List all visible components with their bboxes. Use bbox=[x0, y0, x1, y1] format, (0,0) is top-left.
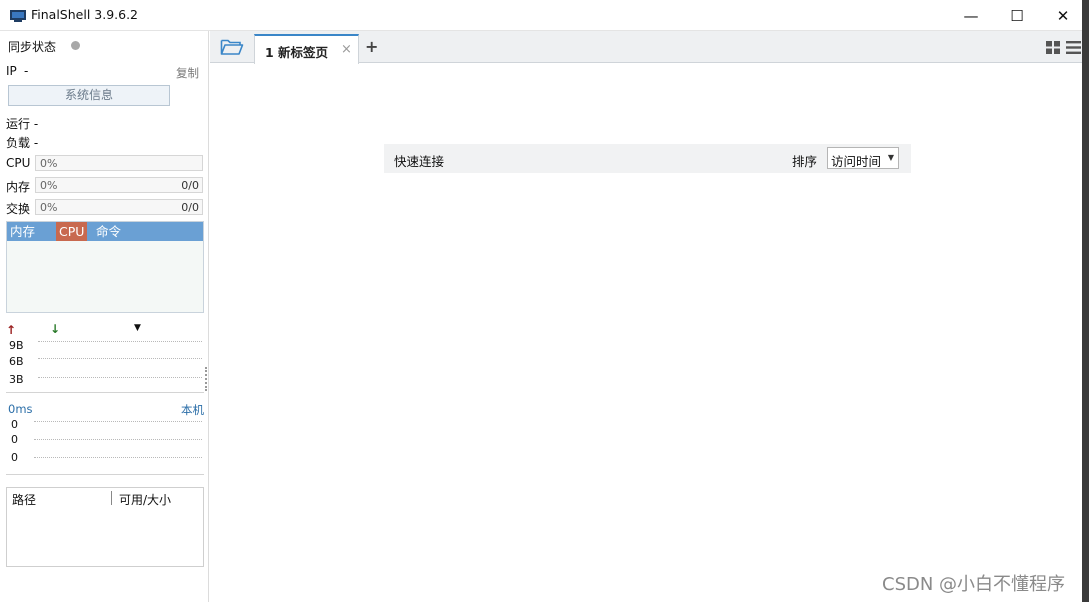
command-column-tab[interactable]: 命令 bbox=[93, 222, 124, 241]
sync-status-label: 同步状态 bbox=[8, 40, 57, 54]
ip-value: - bbox=[24, 64, 29, 78]
ping-axis-label: 0 bbox=[11, 433, 18, 446]
ping-axis-label: 0 bbox=[11, 418, 18, 431]
disk-table: 路径 可用/大小 bbox=[6, 487, 204, 567]
chevron-down-icon: ▼ bbox=[887, 153, 894, 162]
window-edge bbox=[1082, 0, 1089, 602]
network-axis-label: 6B bbox=[9, 355, 24, 368]
sync-status-indicator bbox=[71, 41, 80, 50]
grid-line bbox=[38, 377, 202, 378]
sort-select[interactable]: 访问时间 ▼ bbox=[827, 147, 899, 169]
ping-latency: 0ms bbox=[8, 402, 33, 416]
maximize-button[interactable]: ☐ bbox=[994, 0, 1040, 31]
layout-grid-icon[interactable] bbox=[1046, 41, 1060, 54]
grid-line bbox=[34, 421, 202, 422]
copy-ip-link[interactable]: 复制 bbox=[176, 65, 199, 81]
sort-select-value: 访问时间 bbox=[831, 154, 882, 169]
download-arrow-icon: ↓ bbox=[50, 322, 61, 336]
swap-ratio: 0/0 bbox=[181, 201, 199, 214]
grid-line bbox=[38, 358, 202, 359]
memory-meter: 0% 0/0 bbox=[35, 177, 203, 193]
network-graph: ↑ ↓ ▼ 9B 6B 3B bbox=[6, 321, 204, 393]
swap-percent: 0% bbox=[40, 201, 58, 214]
ping-target-link[interactable]: 本机 bbox=[181, 402, 204, 418]
sort-label: 排序 bbox=[792, 154, 818, 169]
ip-label: IP bbox=[6, 64, 17, 78]
ping-graph: 0ms 本机 0 0 0 bbox=[6, 401, 204, 475]
open-folder-icon[interactable] bbox=[220, 38, 244, 56]
process-list: 内存 CPU 命令 bbox=[6, 221, 204, 313]
main-content: 快速连接 排序 访问时间 ▼ bbox=[210, 64, 1082, 602]
tab-label: 1 新标签页 bbox=[265, 45, 329, 60]
session-tab-bar: 1 新标签页 × + bbox=[210, 31, 1082, 64]
network-axis-label: 3B bbox=[9, 373, 24, 386]
minimize-button[interactable]: — bbox=[948, 0, 994, 31]
memory-percent: 0% bbox=[40, 179, 58, 192]
window-title: FinalShell 3.9.6.2 bbox=[31, 7, 139, 22]
add-tab-button[interactable]: + bbox=[365, 37, 378, 56]
ping-axis-label: 0 bbox=[11, 451, 18, 464]
disk-path-header[interactable]: 路径 bbox=[12, 491, 36, 508]
cpu-meter-label: CPU bbox=[6, 156, 31, 170]
memory-meter-label: 内存 bbox=[6, 180, 31, 194]
menu-icon[interactable] bbox=[1066, 41, 1081, 54]
grid-line bbox=[34, 457, 202, 458]
grid-line bbox=[38, 341, 202, 342]
system-info-button[interactable]: 系统信息 bbox=[8, 85, 170, 106]
network-axis-label: 9B bbox=[9, 339, 24, 352]
close-tab-icon[interactable]: × bbox=[341, 42, 352, 57]
sort-by-cpu-tab[interactable]: CPU bbox=[56, 222, 88, 241]
sort-by-memory-tab[interactable]: 内存 bbox=[7, 222, 38, 241]
finalshell-app-icon bbox=[10, 10, 26, 22]
quick-connect-label: 快速连接 bbox=[394, 154, 445, 169]
column-divider[interactable] bbox=[111, 491, 112, 505]
grid-line bbox=[34, 439, 202, 440]
network-interface-dropdown-icon[interactable]: ▼ bbox=[134, 323, 141, 333]
disk-size-header[interactable]: 可用/大小 bbox=[119, 491, 171, 508]
process-list-header: 内存 CPU 命令 bbox=[7, 222, 203, 241]
close-window-button[interactable]: ✕ bbox=[1040, 0, 1086, 31]
uptime-label: 运行 - bbox=[6, 117, 39, 131]
upload-arrow-icon: ↑ bbox=[6, 323, 17, 337]
load-label: 负载 - bbox=[6, 136, 39, 150]
swap-meter-label: 交换 bbox=[6, 202, 31, 216]
tab-new-tab[interactable]: 1 新标签页 × bbox=[254, 34, 359, 64]
title-bar: FinalShell 3.9.6.2 — ☐ ✕ bbox=[0, 0, 1082, 31]
monitor-sidebar: 同步状态 IP - 复制 系统信息 运行 - 负载 - CPU 0% 内存 0%… bbox=[0, 31, 209, 602]
cpu-percent: 0% bbox=[40, 157, 58, 170]
resize-grip[interactable] bbox=[205, 367, 208, 391]
memory-ratio: 0/0 bbox=[181, 179, 199, 192]
cpu-meter: 0% bbox=[35, 155, 203, 171]
swap-meter: 0% 0/0 bbox=[35, 199, 203, 215]
quick-connect-bar: 快速连接 排序 访问时间 ▼ bbox=[384, 144, 911, 173]
watermark: CSDN @小白不懂程序 bbox=[882, 574, 1066, 595]
